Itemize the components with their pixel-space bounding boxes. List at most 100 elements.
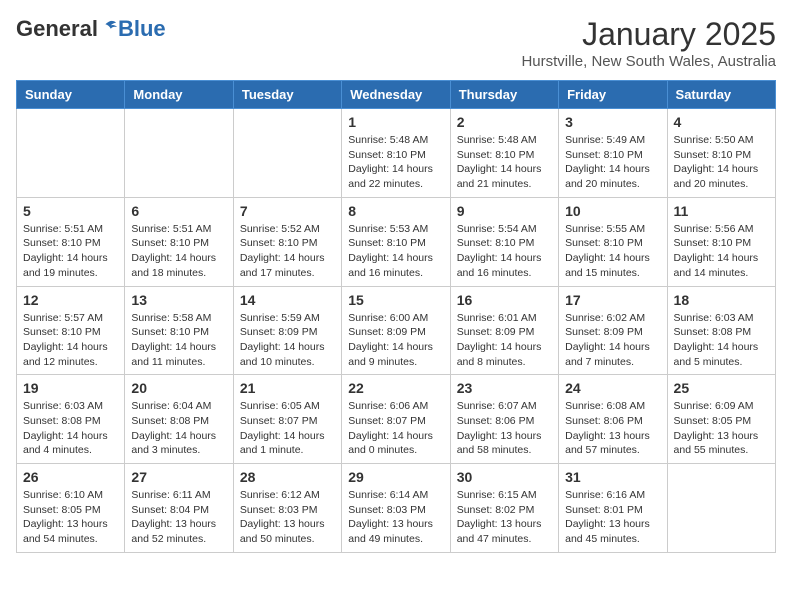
calendar-week-row: 26Sunrise: 6:10 AM Sunset: 8:05 PM Dayli… <box>17 464 776 553</box>
header-friday: Friday <box>559 81 667 109</box>
calendar-day-2: 2 Sunrise: 5:48 AM Sunset: 8:10 PM Daylig… <box>450 109 558 198</box>
calendar-empty-cell <box>17 109 125 198</box>
day-number: 21 <box>240 380 335 396</box>
day-info: Sunrise: 5:51 AM Sunset: 8:10 PM Dayligh… <box>131 222 226 281</box>
calendar-header-row: SundayMondayTuesdayWednesdayThursdayFrid… <box>17 81 776 109</box>
day-info: Sunrise: 6:03 AM Sunset: 8:08 PM Dayligh… <box>23 399 118 458</box>
day-info: Sunrise: 5:54 AM Sunset: 8:10 PM Dayligh… <box>457 222 552 281</box>
day-info: Sunrise: 5:52 AM Sunset: 8:10 PM Dayligh… <box>240 222 335 281</box>
calendar-empty-cell <box>667 464 775 553</box>
calendar-week-row: 5 Sunrise: 5:51 AM Sunset: 8:10 PM Daylig… <box>17 197 776 286</box>
day-info: Sunrise: 6:01 AM Sunset: 8:09 PM Dayligh… <box>457 311 552 370</box>
day-info: Sunrise: 5:48 AM Sunset: 8:10 PM Dayligh… <box>348 133 443 192</box>
day-info: Sunrise: 5:59 AM Sunset: 8:09 PM Dayligh… <box>240 311 335 370</box>
day-info: Sunrise: 6:05 AM Sunset: 8:07 PM Dayligh… <box>240 399 335 458</box>
day-info: Sunrise: 5:50 AM Sunset: 8:10 PM Dayligh… <box>674 133 769 192</box>
day-info: Sunrise: 6:09 AM Sunset: 8:05 PM Dayligh… <box>674 399 769 458</box>
day-number: 24 <box>565 380 660 396</box>
calendar-day-19: 19 Sunrise: 6:03 AM Sunset: 8:08 PM Dayli… <box>17 375 125 464</box>
day-number: 22 <box>348 380 443 396</box>
calendar-week-row: 12Sunrise: 5:57 AM Sunset: 8:10 PM Dayli… <box>17 286 776 375</box>
calendar-day-7: 7 Sunrise: 5:52 AM Sunset: 8:10 PM Daylig… <box>233 197 341 286</box>
calendar-day-5: 5Sunrise: 5:51 AM Sunset: 8:10 PM Daylig… <box>17 197 125 286</box>
day-info: Sunrise: 5:57 AM Sunset: 8:10 PM Dayligh… <box>23 311 118 370</box>
day-number: 2 <box>457 114 552 130</box>
day-info: Sunrise: 6:06 AM Sunset: 8:07 PM Dayligh… <box>348 399 443 458</box>
header-saturday: Saturday <box>667 81 775 109</box>
day-info: Sunrise: 6:02 AM Sunset: 8:09 PM Dayligh… <box>565 311 660 370</box>
calendar-day-14: 14 Sunrise: 5:59 AM Sunset: 8:09 PM Dayli… <box>233 286 341 375</box>
calendar-day-13: 13 Sunrise: 5:58 AM Sunset: 8:10 PM Dayli… <box>125 286 233 375</box>
day-number: 5 <box>23 203 118 219</box>
calendar-day-3: 3 Sunrise: 5:49 AM Sunset: 8:10 PM Daylig… <box>559 109 667 198</box>
calendar-day-23: 23Sunrise: 6:07 AM Sunset: 8:06 PM Dayli… <box>450 375 558 464</box>
calendar-day-6: 6 Sunrise: 5:51 AM Sunset: 8:10 PM Daylig… <box>125 197 233 286</box>
calendar-day-21: 21 Sunrise: 6:05 AM Sunset: 8:07 PM Dayli… <box>233 375 341 464</box>
calendar-day-31: 31 Sunrise: 6:16 AM Sunset: 8:01 PM Dayli… <box>559 464 667 553</box>
calendar-day-12: 12Sunrise: 5:57 AM Sunset: 8:10 PM Dayli… <box>17 286 125 375</box>
day-number: 19 <box>23 380 118 396</box>
header-wednesday: Wednesday <box>342 81 450 109</box>
day-info: Sunrise: 5:48 AM Sunset: 8:10 PM Dayligh… <box>457 133 552 192</box>
day-info: Sunrise: 6:12 AM Sunset: 8:03 PM Dayligh… <box>240 488 335 547</box>
title-block: January 2025 Hurstville, New South Wales… <box>521 16 776 70</box>
day-number: 20 <box>131 380 226 396</box>
day-info: Sunrise: 6:16 AM Sunset: 8:01 PM Dayligh… <box>565 488 660 547</box>
day-number: 14 <box>240 292 335 308</box>
calendar-day-26: 26Sunrise: 6:10 AM Sunset: 8:05 PM Dayli… <box>17 464 125 553</box>
logo-blue: Blue <box>118 16 166 42</box>
day-number: 30 <box>457 469 552 485</box>
day-number: 18 <box>674 292 769 308</box>
calendar-day-28: 28Sunrise: 6:12 AM Sunset: 8:03 PM Dayli… <box>233 464 341 553</box>
calendar-day-20: 20 Sunrise: 6:04 AM Sunset: 8:08 PM Dayli… <box>125 375 233 464</box>
day-info: Sunrise: 6:08 AM Sunset: 8:06 PM Dayligh… <box>565 399 660 458</box>
calendar-day-1: 1 Sunrise: 5:48 AM Sunset: 8:10 PM Daylig… <box>342 109 450 198</box>
calendar-week-row: 1 Sunrise: 5:48 AM Sunset: 8:10 PM Daylig… <box>17 109 776 198</box>
page-header: General Blue January 2025 Hurstville, Ne… <box>16 16 776 70</box>
day-number: 29 <box>348 469 443 485</box>
header-tuesday: Tuesday <box>233 81 341 109</box>
calendar-day-30: 30 Sunrise: 6:15 AM Sunset: 8:02 PM Dayli… <box>450 464 558 553</box>
calendar-empty-cell <box>125 109 233 198</box>
day-info: Sunrise: 6:04 AM Sunset: 8:08 PM Dayligh… <box>131 399 226 458</box>
day-info: Sunrise: 6:11 AM Sunset: 8:04 PM Dayligh… <box>131 488 226 547</box>
calendar-day-29: 29 Sunrise: 6:14 AM Sunset: 8:03 PM Dayli… <box>342 464 450 553</box>
calendar-day-8: 8 Sunrise: 5:53 AM Sunset: 8:10 PM Daylig… <box>342 197 450 286</box>
header-thursday: Thursday <box>450 81 558 109</box>
day-info: Sunrise: 5:55 AM Sunset: 8:10 PM Dayligh… <box>565 222 660 281</box>
day-info: Sunrise: 5:53 AM Sunset: 8:10 PM Dayligh… <box>348 222 443 281</box>
day-info: Sunrise: 6:10 AM Sunset: 8:05 PM Dayligh… <box>23 488 118 547</box>
logo-general: General <box>16 16 118 42</box>
day-number: 27 <box>131 469 226 485</box>
calendar-table: SundayMondayTuesdayWednesdayThursdayFrid… <box>16 80 776 553</box>
day-info: Sunrise: 6:14 AM Sunset: 8:03 PM Dayligh… <box>348 488 443 547</box>
day-number: 10 <box>565 203 660 219</box>
day-number: 11 <box>674 203 769 219</box>
location: Hurstville, New South Wales, Australia <box>521 53 776 70</box>
calendar-empty-cell <box>233 109 341 198</box>
day-number: 31 <box>565 469 660 485</box>
calendar-day-24: 24 Sunrise: 6:08 AM Sunset: 8:06 PM Dayli… <box>559 375 667 464</box>
day-info: Sunrise: 5:49 AM Sunset: 8:10 PM Dayligh… <box>565 133 660 192</box>
day-number: 3 <box>565 114 660 130</box>
day-info: Sunrise: 5:58 AM Sunset: 8:10 PM Dayligh… <box>131 311 226 370</box>
calendar-day-9: 9Sunrise: 5:54 AM Sunset: 8:10 PM Daylig… <box>450 197 558 286</box>
day-number: 17 <box>565 292 660 308</box>
day-number: 16 <box>457 292 552 308</box>
day-info: Sunrise: 6:15 AM Sunset: 8:02 PM Dayligh… <box>457 488 552 547</box>
calendar-day-15: 15 Sunrise: 6:00 AM Sunset: 8:09 PM Dayli… <box>342 286 450 375</box>
day-number: 15 <box>348 292 443 308</box>
calendar-day-17: 17 Sunrise: 6:02 AM Sunset: 8:09 PM Dayli… <box>559 286 667 375</box>
day-info: Sunrise: 6:07 AM Sunset: 8:06 PM Dayligh… <box>457 399 552 458</box>
day-number: 8 <box>348 203 443 219</box>
day-number: 4 <box>674 114 769 130</box>
day-number: 13 <box>131 292 226 308</box>
day-number: 6 <box>131 203 226 219</box>
day-number: 1 <box>348 114 443 130</box>
header-sunday: Sunday <box>17 81 125 109</box>
calendar-day-10: 10 Sunrise: 5:55 AM Sunset: 8:10 PM Dayli… <box>559 197 667 286</box>
calendar-week-row: 19 Sunrise: 6:03 AM Sunset: 8:08 PM Dayli… <box>17 375 776 464</box>
day-number: 7 <box>240 203 335 219</box>
header-monday: Monday <box>125 81 233 109</box>
day-info: Sunrise: 6:00 AM Sunset: 8:09 PM Dayligh… <box>348 311 443 370</box>
